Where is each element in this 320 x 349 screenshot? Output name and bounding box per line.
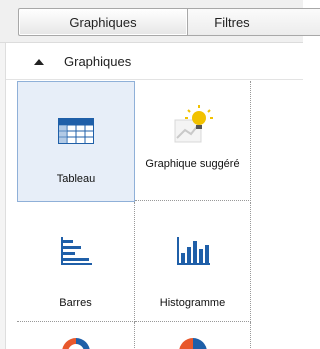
- tab-graphiques-label: Graphiques: [69, 14, 137, 30]
- horizontal-bar-chart-icon: [60, 228, 92, 274]
- chart-type-label: Histogramme: [159, 297, 226, 309]
- pie-chart-icon: [176, 338, 210, 349]
- chart-type-pie[interactable]: [135, 322, 251, 349]
- chart-type-label: Tableau: [56, 173, 96, 185]
- chart-type-tableau[interactable]: Tableau: [17, 81, 135, 202]
- vertical-bar-chart-icon: [176, 228, 210, 274]
- chart-type-label: Graphique suggéré: [145, 158, 240, 170]
- chart-type-label: Barres: [59, 297, 92, 309]
- section-title: Graphiques: [64, 54, 132, 69]
- chart-type-histogramme[interactable]: Histogramme: [135, 202, 251, 322]
- table-grid-icon: [58, 108, 94, 154]
- section-header-graphiques[interactable]: Graphiques: [6, 44, 303, 80]
- chart-type-donut[interactable]: [17, 322, 135, 349]
- caret-up-icon[interactable]: [34, 58, 44, 65]
- donut-chart-icon: [59, 338, 93, 349]
- chart-type-graphique-suggere[interactable]: Graphique suggéré: [135, 81, 251, 201]
- tab-strip: Graphiques Filtres: [0, 0, 320, 43]
- tab-graphiques[interactable]: Graphiques: [18, 8, 188, 36]
- tab-filtres-label: Filtres: [214, 14, 250, 30]
- chart-type-grid: Tableau Graphique suggéré Barres Histogr…: [17, 81, 251, 349]
- suggested-chart-lightbulb-icon: [171, 101, 215, 147]
- tab-filtres[interactable]: Filtres: [187, 8, 320, 36]
- chart-type-barres[interactable]: Barres: [17, 202, 135, 322]
